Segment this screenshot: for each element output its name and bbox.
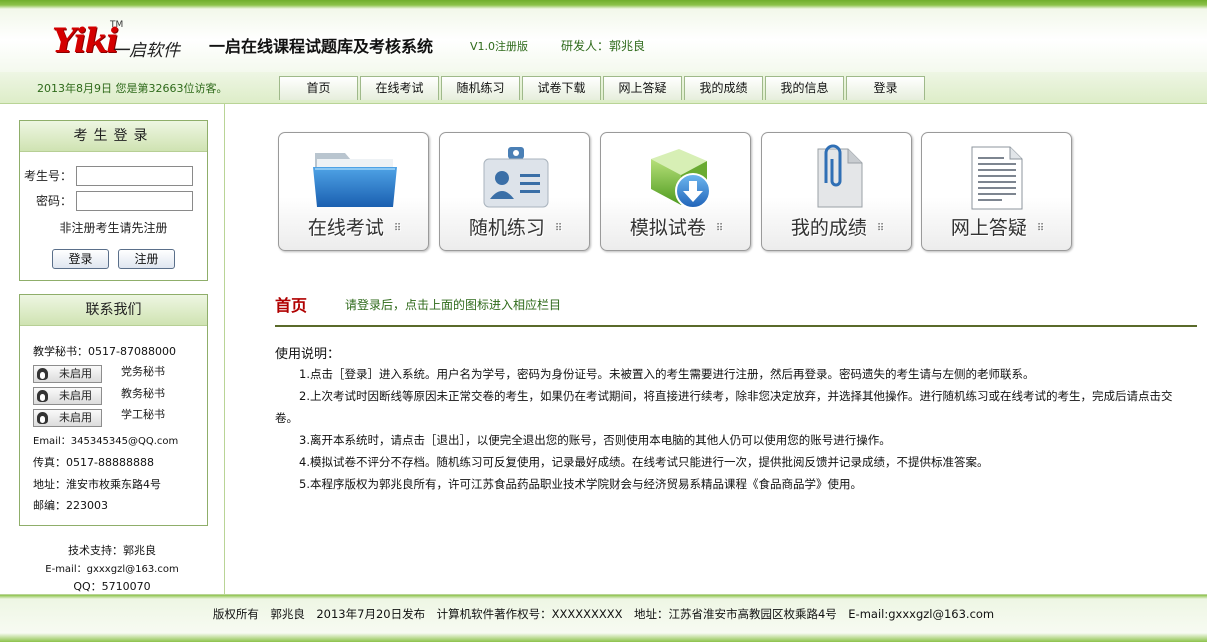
contact-address: 地址：淮安市枚乘东路4号 [33, 478, 161, 491]
teaching-secretary: 教学秘书：0517-87088000 [33, 345, 176, 358]
usage-list: 1.点击［登录］进入系统。用户名为学号，密码为身份证号。未被置入的考生需要进行注… [275, 363, 1190, 495]
qq-penguin-icon [37, 368, 48, 380]
contact-email: Email：345345345@QQ.com [33, 436, 179, 447]
password-label: 密码： [35, 194, 72, 208]
tile-online-qa[interactable]: 网上答疑 [921, 132, 1072, 251]
logo-mark: Yiki [52, 21, 119, 61]
nav-paper-download[interactable]: 试卷下载 [522, 76, 601, 100]
visit-counter: 2013年8月9日 您是第32663位访客。 [37, 82, 228, 95]
usage-item: 1.点击［登录］进入系统。用户名为学号，密码为身份证号。未被置入的考生需要进行注… [299, 367, 1035, 381]
qq-penguin-icon [37, 412, 48, 424]
main-nav: 首页 在线考试 随机练习 试卷下载 网上答疑 我的成绩 我的信息 登录 [279, 76, 925, 100]
tile-online-exam[interactable]: 在线考试 [278, 132, 429, 251]
text-document-icon [971, 146, 1023, 210]
logo-text: 一启软件 [112, 41, 180, 61]
qq-button-party[interactable]: 未启用 [33, 365, 102, 383]
qq-penguin-icon [37, 390, 48, 402]
system-version: V1.0注册版 [470, 40, 529, 53]
contact-panel: 联系我们 教学秘书：0517-87088000 未启用 党务秘书 未启用 教务秘… [19, 294, 208, 526]
tile-random-practice[interactable]: 随机练习 [439, 132, 590, 251]
tech-support: 技术支持：郭兆良 [68, 544, 156, 557]
nav-login[interactable]: 登录 [846, 76, 925, 100]
usage-item: 5.本程序版权为郭兆良所有，许可江苏食品药品职业技术学院财会与经济贸易系精品课程… [299, 477, 862, 491]
id-card-icon [483, 147, 549, 208]
logo-trademark: TM [110, 20, 124, 30]
register-hint: 非注册考生请先注册 [59, 221, 168, 235]
tile-my-scores[interactable]: 我的成绩 [761, 132, 912, 251]
nav-random-practice[interactable]: 随机练习 [441, 76, 520, 100]
usage-item: 2.上次考试时因断线等原因未正常交卷的考生，如果仍在考试期间，将直接进行续考，除… [275, 389, 1173, 425]
folder-icon [313, 153, 397, 207]
nav-my-info[interactable]: 我的信息 [765, 76, 844, 100]
login-button[interactable]: 登录 [52, 249, 109, 269]
password-input[interactable] [76, 191, 193, 211]
tile-mock-paper[interactable]: 模拟试卷 [600, 132, 751, 251]
student-id-label: 考生号： [23, 169, 72, 183]
nav-online-exam[interactable]: 在线考试 [360, 76, 439, 100]
usage-item: 3.离开本系统时，请点击［退出］，以便完全退出您的账号，否则使用本电脑的其他人仍… [299, 433, 891, 447]
usage-title: 使用说明： [275, 347, 341, 362]
tile-label: 我的成绩 [762, 213, 913, 240]
paperclip-document-icon [817, 144, 863, 208]
support-qq: QQ：5710070 [73, 580, 151, 593]
register-button[interactable]: 注册 [118, 249, 175, 269]
system-developer: 研发人：郭兆良 [561, 39, 646, 53]
tile-label: 在线考试 [279, 213, 430, 240]
support-email: E-mail：gxxxgzl@163.com [45, 564, 179, 575]
download-icon [651, 149, 711, 209]
header: Yiki TM 一启软件 一启在线课程试题库及考核系统 V1.0注册版 研发人：… [0, 0, 1207, 73]
nav-home[interactable]: 首页 [279, 76, 358, 100]
qq-role-student: 学工秘书 [121, 408, 165, 421]
footer-text: 版权所有 郭兆良 2013年7月20日发布 计算机软件著作权号：XXXXXXXX… [212, 607, 995, 621]
system-title: 一启在线课程试题库及考核系统 [209, 37, 434, 56]
qq-role-academic: 教务秘书 [121, 387, 165, 400]
home-title: 首页 [275, 296, 308, 315]
nav-online-qa[interactable]: 网上答疑 [603, 76, 682, 100]
nav-my-scores[interactable]: 我的成绩 [684, 76, 763, 100]
section-divider [275, 325, 1197, 327]
home-hint: 请登录后，点击上面的图标进入相应栏目 [345, 298, 562, 312]
qq-button-label: 未启用 [59, 367, 92, 380]
contact-title: 联系我们 [20, 295, 207, 326]
footer: 版权所有 郭兆良 2013年7月20日发布 计算机软件著作权号：XXXXXXXX… [0, 594, 1207, 642]
contact-fax: 传真：0517-88888888 [33, 456, 154, 469]
qq-button-label: 未启用 [59, 411, 92, 424]
login-title: 考生登录 [20, 121, 207, 152]
tile-label: 网上答疑 [922, 213, 1073, 240]
qq-button-academic[interactable]: 未启用 [33, 387, 102, 405]
navbar: 2013年8月9日 您是第32663位访客。 首页 在线考试 随机练习 试卷下载… [0, 72, 1207, 104]
login-panel: 考生登录 考生号： 密码： 非注册考生请先注册 登录 注册 [19, 120, 208, 281]
usage-item: 4.模拟试卷不评分不存档。随机练习可反复使用，记录最好成绩。在线考试只能进行一次… [299, 455, 989, 469]
qq-button-student[interactable]: 未启用 [33, 409, 102, 427]
contact-postcode: 邮编：223003 [33, 499, 108, 512]
qq-role-party: 党务秘书 [121, 365, 165, 378]
qq-button-label: 未启用 [59, 389, 92, 402]
tile-label: 随机练习 [440, 213, 591, 240]
student-id-input[interactable] [76, 166, 193, 186]
tile-label: 模拟试卷 [601, 213, 752, 240]
left-sidebar: 考生登录 考生号： 密码： 非注册考生请先注册 登录 注册 联系我们 教学秘书：… [0, 104, 225, 594]
